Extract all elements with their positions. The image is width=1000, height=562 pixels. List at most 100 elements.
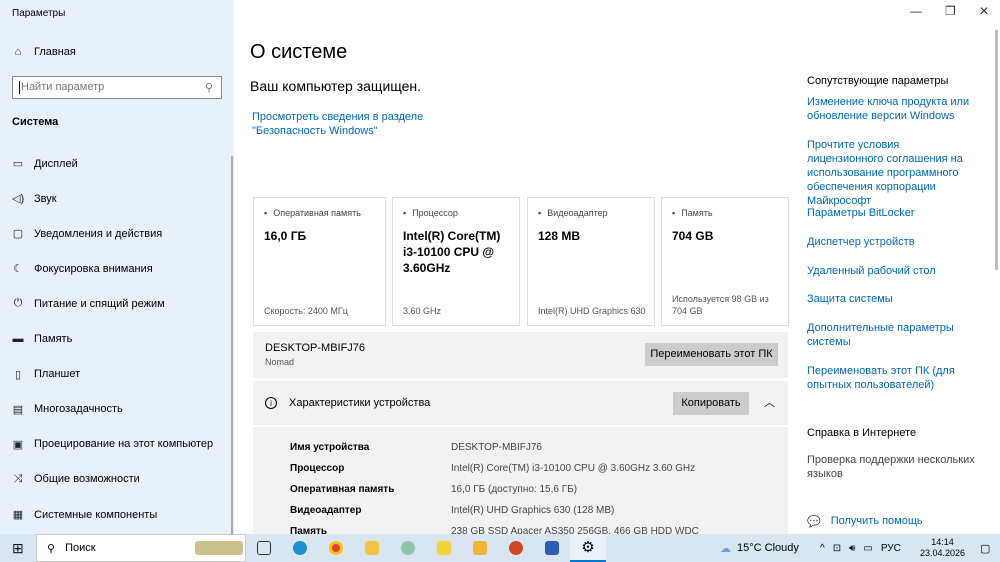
chevron-up-icon[interactable]: ︿ [764, 394, 775, 410]
specs-details: Имя устройства DESKTOP-MBIFJ76 Процессор In… [253, 427, 788, 537]
card-label: Память [681, 208, 713, 218]
sidebar-item[interactable]: ☾ Фокусировка внимания [12, 262, 153, 276]
search-highlight-image[interactable] [195, 541, 243, 555]
spec-row: Имя устройства DESKTOP-MBIFJ76 [290, 442, 542, 453]
spec-value: Intel(R) UHD Graphics 630 (128 MB) [451, 505, 615, 516]
notifications-icon[interactable]: ▢ [980, 534, 990, 562]
sidebar-item-label: Память [34, 332, 73, 345]
close-button[interactable]: ✕ [979, 4, 989, 18]
tablet-icon: ▯ [14, 368, 22, 381]
card-label: Видеоадаптер [547, 208, 608, 218]
related-link[interactable]: Защита системы [807, 292, 977, 306]
spec-value: Intel(R) Core(TM) i3-10100 CPU @ 3.60GHz… [451, 463, 696, 474]
main-scrollbar[interactable] [995, 30, 998, 270]
sidebar-item[interactable]: ▤ Многозадачность [12, 403, 123, 416]
sidebar-item[interactable]: ▣ Проецирование на этот компьютер [12, 438, 213, 451]
sidebar: Параметры ⌂ Главная Найти параметр ⚲ Систе… [0, 0, 234, 534]
sidebar-item[interactable]: ▭ Дисплей [12, 157, 78, 171]
start-button[interactable]: ⊞ [12, 534, 24, 562]
sidebar-item-label: Системные компоненты [34, 508, 158, 521]
related-title: Сопутствующие параметры [807, 75, 949, 87]
sidebar-item-label: Общие возможности [34, 473, 140, 486]
home-icon: ⌂ [14, 46, 22, 58]
info-icon: i [265, 397, 277, 409]
sidebar-item[interactable]: ⤨ Общие возможности [12, 473, 140, 486]
file-explorer-icon[interactable] [365, 541, 379, 555]
multitasking-icon: ▤ [12, 403, 24, 416]
sidebar-item[interactable]: ▦ Системные компоненты [12, 508, 158, 522]
ram-icon: ▪ [264, 208, 268, 218]
search-icon: ⚲ [47, 542, 56, 555]
sidebar-home[interactable]: ⌂ Главная [12, 46, 76, 58]
clock[interactable]: 14:14 23.04.2026 [920, 537, 965, 559]
sidebar-item-label: Уведомления и действия [34, 227, 163, 240]
related-link[interactable]: Прочтите условия лицензионного соглашени… [807, 138, 977, 208]
related-link[interactable]: Дополнительные параметры системы [807, 321, 977, 349]
notifications-icon: ▢ [12, 228, 24, 241]
card-value: 704 GB [672, 229, 714, 243]
system-tray[interactable]: ^ ⊡ 🔊︎ ▭ РУС [820, 534, 901, 562]
sidebar-item[interactable]: ▬ Память [12, 332, 73, 345]
app-icon-3[interactable] [473, 541, 487, 555]
language-indicator[interactable]: РУС [881, 543, 901, 554]
page-title: О системе [250, 41, 348, 63]
volume-icon[interactable]: 🔊︎ [849, 543, 855, 554]
maximize-button[interactable]: ❐ [945, 4, 956, 18]
gpu-icon: ▪ [538, 208, 542, 218]
display-icon: ▭ [12, 158, 24, 170]
minimize-button[interactable]: — [910, 4, 922, 18]
rename-button[interactable]: Переименовать этот ПК [645, 343, 778, 366]
sidebar-item-label: Фокусировка внимания [34, 262, 153, 275]
search-input[interactable]: Найти параметр ⚲ [12, 76, 222, 99]
card-subtext: Intel(R) UHD Graphics 630 [538, 306, 646, 316]
app-icon-2[interactable] [437, 541, 451, 555]
taskbar-search-label: Поиск [65, 542, 96, 554]
display-icon[interactable]: ▭ [863, 543, 872, 554]
chrome-icon[interactable] [329, 541, 343, 555]
cpu-icon: ▪ [403, 208, 407, 218]
app-icon[interactable] [401, 541, 415, 555]
sidebar-item[interactable]: ▯ Планшет [12, 368, 80, 381]
settings-taskbar-icon[interactable]: ⚙ [570, 534, 606, 562]
sidebar-item-label: Планшет [34, 368, 81, 381]
card-subtext: Используется 98 GB из 704 GB [672, 294, 769, 316]
related-link[interactable]: Переименовать этот ПК (для опытных польз… [807, 364, 977, 392]
word-icon[interactable] [545, 541, 559, 555]
sidebar-item[interactable]: ⏻ Питание и спящий режим [12, 297, 165, 310]
get-help-link[interactable]: 💬 Получить помощь [807, 515, 923, 528]
time: 14:14 [931, 537, 954, 547]
section-title: Система [12, 116, 59, 128]
power-icon: ⏻ [13, 297, 23, 310]
spec-value: 16,0 ГБ (доступно: 15,6 ГБ) [451, 484, 578, 495]
powerpoint-icon[interactable] [509, 541, 523, 555]
spec-row: Оперативная память 16,0 ГБ (доступно: 15,… [290, 484, 577, 495]
related-link[interactable]: Параметры BitLocker [807, 206, 977, 220]
weather-widget[interactable]: ☁ 15°C Cloudy [720, 534, 799, 562]
chevron-up-icon[interactable]: ^ [820, 543, 825, 554]
card-label: Процессор [412, 208, 458, 218]
sidebar-item[interactable]: ▢ Уведомления и действия [12, 227, 163, 241]
sidebar-item-label: Проецирование на этот компьютер [34, 438, 214, 451]
related-link[interactable]: Диспетчер устройств [807, 235, 977, 249]
sidebar-item-label: Питание и спящий режим [34, 297, 165, 310]
card-value: 16,0 ГБ [264, 229, 307, 243]
cloud-icon: ☁ [720, 542, 731, 555]
sidebar-scrollbar[interactable] [231, 156, 233, 534]
edge-icon[interactable] [293, 541, 307, 555]
related-link[interactable]: Удаленный рабочий стол [807, 264, 977, 278]
copy-button[interactable]: Копировать [673, 392, 749, 415]
shared-icon: ⤨ [13, 472, 23, 485]
help-link[interactable]: Проверка поддержки нескольких языков [807, 453, 977, 481]
sidebar-item-label: Звук [34, 192, 57, 205]
network-icon[interactable]: ⊡ [833, 543, 841, 554]
focus-icon: ☾ [13, 263, 23, 276]
sidebar-item[interactable]: ◁) Звук [12, 192, 57, 206]
security-link[interactable]: Просмотреть сведения в разделе "Безопасн… [252, 110, 492, 138]
weather-text: 15°C Cloudy [737, 542, 799, 554]
storage-icon: ▬ [12, 332, 24, 345]
sidebar-item-label: Многозадачность [34, 403, 123, 416]
search-placeholder: Найти параметр [21, 81, 105, 93]
projecting-icon: ▣ [12, 438, 24, 451]
related-link[interactable]: Изменение ключа продукта или обновление … [807, 95, 977, 123]
task-view-icon[interactable] [257, 541, 271, 555]
